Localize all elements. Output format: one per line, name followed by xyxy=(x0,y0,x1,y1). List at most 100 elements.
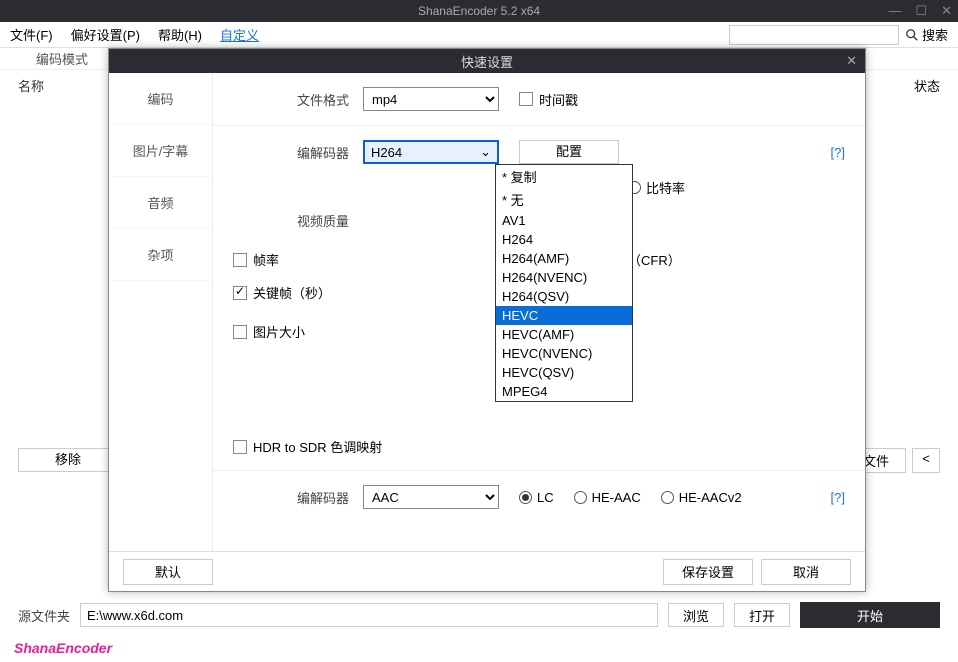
browse-button[interactable]: 浏览 xyxy=(668,603,724,627)
fps-checkbox[interactable] xyxy=(233,253,247,267)
lc-label: LC xyxy=(537,490,554,505)
codec-value: H264 xyxy=(371,145,402,160)
back-button[interactable]: < xyxy=(912,448,940,473)
search-icon xyxy=(905,28,919,42)
bitrate-label: 比特率 xyxy=(646,178,685,197)
fps-label: 帧率 xyxy=(253,250,279,269)
codec-option[interactable]: H264(AMF) xyxy=(496,249,632,268)
menu-prefs[interactable]: 偏好设置(P) xyxy=(71,25,140,44)
timestamp-checkbox[interactable] xyxy=(519,92,533,106)
source-folder-label: 源文件夹 xyxy=(18,606,70,625)
menu-custom[interactable]: 自定义 xyxy=(220,25,259,44)
hdr-checkbox-wrap[interactable]: HDR to SDR 色调映射 xyxy=(233,437,382,456)
search-button[interactable]: 搜索 xyxy=(905,25,948,44)
codec-option[interactable]: * 无 xyxy=(496,188,632,211)
minimize-button[interactable]: — xyxy=(888,3,901,19)
open-button[interactable]: 打开 xyxy=(734,603,790,627)
start-button[interactable]: 开始 xyxy=(800,602,940,628)
sidebar-item-misc[interactable]: 杂项 xyxy=(109,229,212,281)
footer: 源文件夹 浏览 打开 开始 xyxy=(18,602,940,628)
codec-option[interactable]: H264(NVENC) xyxy=(496,268,632,287)
image-size-label: 图片大小 xyxy=(253,322,305,341)
window-title: ShanaEncoder 5.2 x64 xyxy=(418,4,540,18)
help-link-video[interactable]: [?] xyxy=(831,145,845,160)
help-link-audio[interactable]: [?] xyxy=(831,490,845,505)
codec-label: 编解码器 xyxy=(233,143,363,162)
codec-option[interactable]: AV1 xyxy=(496,211,632,230)
fps-checkbox-wrap[interactable]: 帧率 xyxy=(233,250,279,269)
keyframe-label: 关键帧（秒） xyxy=(253,283,331,302)
menu-help[interactable]: 帮助(H) xyxy=(158,25,202,44)
image-size-checkbox-wrap[interactable]: 图片大小 xyxy=(233,322,305,341)
modal-sidebar: 编码 图片/字幕 音频 杂项 xyxy=(109,73,213,551)
heaacv2-radio[interactable] xyxy=(661,491,674,504)
quick-settings-modal: 快速设置 ✕ 编码 图片/字幕 音频 杂项 文件格式 mp4 时间戳 编解码器 xyxy=(108,48,866,592)
remove-button[interactable]: 移除 xyxy=(18,448,118,472)
audio-codec-select[interactable]: AAC xyxy=(363,485,499,509)
heaac-label: HE-AAC xyxy=(592,490,641,505)
search-label: 搜索 xyxy=(922,25,948,44)
heaac-radio-wrap[interactable]: HE-AAC xyxy=(574,490,641,505)
row-hdr: HDR to SDR 色调映射 xyxy=(233,437,845,456)
modal-header: 快速设置 ✕ xyxy=(109,49,865,73)
modal-footer: 默认 保存设置 取消 xyxy=(109,551,865,591)
chevron-down-icon: ⌄ xyxy=(480,144,491,160)
menubar: 文件(F) 偏好设置(P) 帮助(H) 自定义 搜索 xyxy=(0,22,958,48)
divider xyxy=(213,125,865,126)
col-name: 名称 xyxy=(18,76,44,95)
codec-dropdown: * 复制* 无AV1H264H264(AMF)H264(NVENC)H264(Q… xyxy=(495,164,633,402)
timestamp-label: 时间戳 xyxy=(539,90,578,109)
search-wrap: 搜索 xyxy=(729,25,948,45)
codec-option[interactable]: HEVC(QSV) xyxy=(496,363,632,382)
codec-option[interactable]: * 复制 xyxy=(496,165,632,188)
cancel-button[interactable]: 取消 xyxy=(761,559,851,585)
image-size-checkbox[interactable] xyxy=(233,325,247,339)
heaac-radio[interactable] xyxy=(574,491,587,504)
hdr-label: HDR to SDR 色调映射 xyxy=(253,437,382,456)
row-file-format: 文件格式 mp4 时间戳 xyxy=(233,87,845,111)
hdr-checkbox[interactable] xyxy=(233,440,247,454)
source-folder-input[interactable] xyxy=(80,603,658,627)
row-codec: 编解码器 H264 ⌄ 配置 [?] xyxy=(233,140,845,164)
save-settings-button[interactable]: 保存设置 xyxy=(663,559,753,585)
bitrate-radio-wrap[interactable]: 比特率 xyxy=(628,178,685,197)
modal-title: 快速设置 xyxy=(461,52,513,71)
file-format-label: 文件格式 xyxy=(233,90,363,109)
lc-radio-wrap[interactable]: LC xyxy=(519,490,554,505)
codec-option[interactable]: HEVC xyxy=(496,306,632,325)
codec-option[interactable]: H264 xyxy=(496,230,632,249)
window-controls: — ☐ ✕ xyxy=(888,3,952,19)
codec-option[interactable]: MPEG4 xyxy=(496,382,632,401)
menu-file[interactable]: 文件(F) xyxy=(10,25,53,44)
brand-logo: ShanaEncoder xyxy=(14,640,112,656)
sidebar-item-encode[interactable]: 编码 xyxy=(109,73,212,125)
heaacv2-label: HE-AACv2 xyxy=(679,490,742,505)
modal-close-button[interactable]: ✕ xyxy=(846,53,857,69)
lc-radio[interactable] xyxy=(519,491,532,504)
keyframe-checkbox[interactable] xyxy=(233,286,247,300)
row-audio-codec: 编解码器 AAC LC HE-AAC HE-AACv2 [?] xyxy=(233,485,845,509)
search-input[interactable] xyxy=(729,25,899,45)
heaacv2-radio-wrap[interactable]: HE-AACv2 xyxy=(661,490,742,505)
configure-button[interactable]: 配置 xyxy=(519,140,619,164)
sidebar-item-audio[interactable]: 音频 xyxy=(109,177,212,229)
maximize-button[interactable]: ☐ xyxy=(915,3,927,19)
default-button[interactable]: 默认 xyxy=(123,559,213,585)
timestamp-checkbox-wrap[interactable]: 时间戳 xyxy=(519,90,578,109)
modal-content: 文件格式 mp4 时间戳 编解码器 H264 ⌄ 配置 [?] xyxy=(213,73,865,551)
sidebar-item-image[interactable]: 图片/字幕 xyxy=(109,125,212,177)
encode-mode-label: 编码模式 xyxy=(36,49,88,68)
col-status: 状态 xyxy=(914,76,940,95)
keyframe-checkbox-wrap[interactable]: 关键帧（秒） xyxy=(233,283,331,302)
divider xyxy=(213,470,865,471)
file-format-select[interactable]: mp4 xyxy=(363,87,499,111)
modal-body: 编码 图片/字幕 音频 杂项 文件格式 mp4 时间戳 编解码器 H264 ⌄ xyxy=(109,73,865,551)
video-quality-label: 视频质量 xyxy=(233,211,363,230)
close-button[interactable]: ✕ xyxy=(941,3,952,19)
codec-option[interactable]: HEVC(AMF) xyxy=(496,325,632,344)
codec-option[interactable]: H264(QSV) xyxy=(496,287,632,306)
codec-option[interactable]: HEVC(NVENC) xyxy=(496,344,632,363)
titlebar: ShanaEncoder 5.2 x64 — ☐ ✕ xyxy=(0,0,958,22)
audio-codec-label: 编解码器 xyxy=(233,488,363,507)
codec-select[interactable]: H264 ⌄ xyxy=(363,140,499,164)
